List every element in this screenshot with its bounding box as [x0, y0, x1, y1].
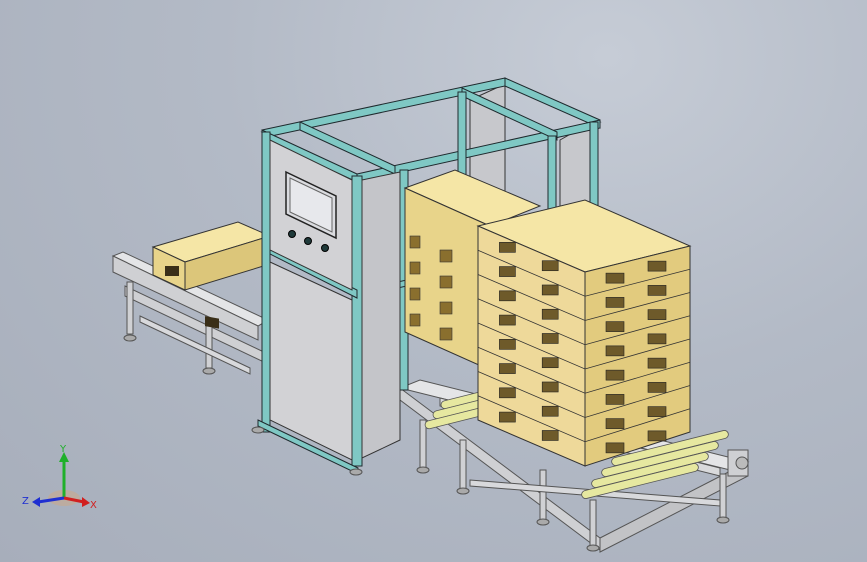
panel-button-3[interactable] [321, 244, 329, 252]
coordinate-triad: Y X Z [22, 444, 97, 511]
cad-viewport[interactable]: Y X Z [0, 0, 867, 562]
x-axis-label: X [90, 500, 97, 511]
panel-button-2[interactable] [304, 237, 312, 245]
y-axis-label: Y [59, 444, 67, 455]
pallet-stack-front [476, 199, 692, 467]
panel-button-1[interactable] [288, 230, 296, 238]
left-conveyor [111, 221, 272, 375]
palletizer-3d-model[interactable] [0, 0, 867, 562]
z-axis-label: Z [22, 496, 29, 507]
